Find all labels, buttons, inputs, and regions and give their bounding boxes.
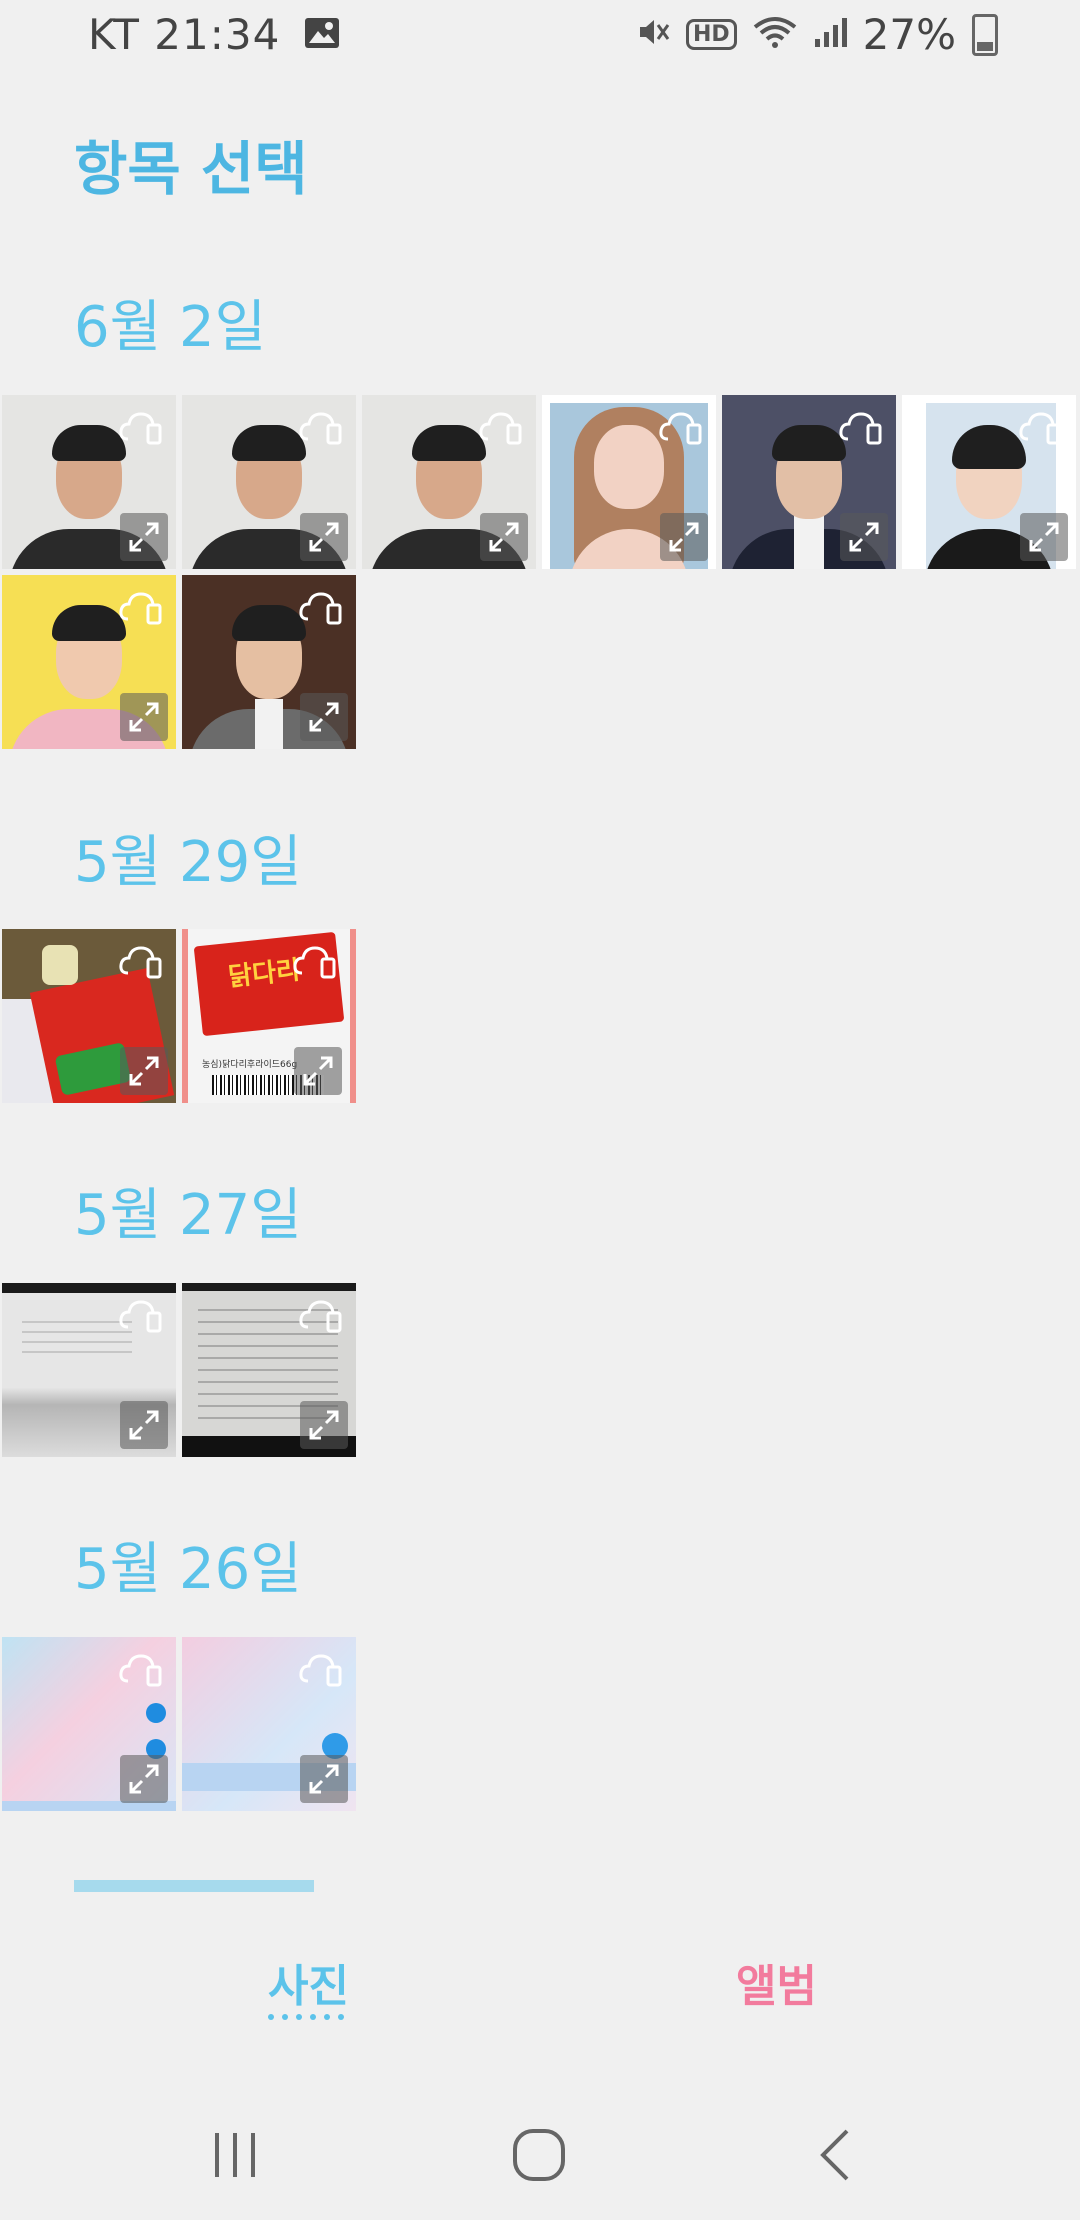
- recent-apps-button[interactable]: [190, 2110, 280, 2200]
- cloud-sync-icon: [118, 1651, 164, 1687]
- photo-thumbnail[interactable]: [362, 395, 536, 569]
- expand-icon[interactable]: [300, 1755, 348, 1803]
- photo-thumbnail[interactable]: [722, 395, 896, 569]
- home-icon: [513, 2129, 565, 2181]
- expand-icon[interactable]: [120, 693, 168, 741]
- expand-icon[interactable]: [300, 513, 348, 561]
- cloud-sync-icon: [1018, 409, 1064, 445]
- photo-thumbnail[interactable]: [2, 395, 176, 569]
- photo-thumbnail[interactable]: [2, 1637, 176, 1811]
- recent-apps-icon: [215, 2133, 255, 2177]
- expand-icon[interactable]: [660, 513, 708, 561]
- cloud-sync-icon: [298, 1651, 344, 1687]
- photo-thumbnail[interactable]: [182, 575, 356, 749]
- cloud-sync-icon: [298, 409, 344, 445]
- expand-icon[interactable]: [294, 1047, 342, 1095]
- snack-box-title: 닭다리: [226, 955, 302, 993]
- mute-icon: [636, 10, 670, 59]
- hd-voice-icon: HD: [685, 19, 737, 50]
- photo-thumbnail[interactable]: [182, 1637, 356, 1811]
- tab-photos[interactable]: 사진: [268, 1950, 349, 2014]
- cloud-sync-icon: [478, 409, 524, 445]
- tab-active-indicator: [268, 2014, 344, 2020]
- carrier-time: KT 21:34: [88, 10, 281, 59]
- date-header: 5월 27일: [74, 1183, 302, 1248]
- cloud-sync-icon: [118, 1297, 164, 1333]
- expand-icon[interactable]: [120, 1401, 168, 1449]
- home-button[interactable]: [494, 2110, 584, 2200]
- date-header: 6월 2일: [74, 295, 267, 360]
- cloud-sync-icon: [658, 409, 704, 445]
- back-icon: [820, 2129, 849, 2181]
- battery-icon: [972, 13, 998, 56]
- gallery-notification-icon: [304, 10, 340, 59]
- photo-thumbnail[interactable]: [542, 395, 716, 569]
- photo-thumbnail[interactable]: 닭다리 농심)닭다리후라이드66g: [182, 929, 356, 1103]
- photo-thumbnail[interactable]: [182, 1283, 356, 1457]
- status-bar: KT 21:34 HD 27%: [0, 0, 1080, 72]
- cloud-sync-icon: [118, 589, 164, 625]
- photo-thumbnail[interactable]: [2, 575, 176, 749]
- system-nav-bar: [0, 2090, 1080, 2220]
- photo-thumbnail[interactable]: [2, 1283, 176, 1457]
- photo-thumbnail[interactable]: [902, 395, 1076, 569]
- cloud-sync-icon: [298, 589, 344, 625]
- cloud-sync-icon: [292, 943, 338, 979]
- bottom-tab-bar: 사진 앨범: [0, 1950, 1080, 2040]
- expand-icon[interactable]: [480, 513, 528, 561]
- expand-icon[interactable]: [300, 1401, 348, 1449]
- expand-icon[interactable]: [840, 513, 888, 561]
- photo-thumbnail[interactable]: [182, 395, 356, 569]
- date-header: 5월 26일: [74, 1537, 302, 1602]
- expand-icon[interactable]: [1020, 513, 1068, 561]
- cloud-sync-icon: [838, 409, 884, 445]
- tab-albums[interactable]: 앨범: [736, 1950, 817, 2014]
- cloud-sync-icon: [118, 943, 164, 979]
- page-title: 항목 선택: [74, 135, 308, 203]
- photo-thumbnail[interactable]: [2, 929, 176, 1103]
- snack-caption: 농심)닭다리후라이드66g: [202, 1060, 298, 1070]
- expand-icon[interactable]: [120, 513, 168, 561]
- back-button[interactable]: [792, 2110, 882, 2200]
- signal-icon: [813, 10, 847, 59]
- next-date-header-clipped: [74, 1880, 314, 1898]
- date-header: 5월 29일: [74, 830, 302, 895]
- cloud-sync-icon: [298, 1297, 344, 1333]
- battery-percent: 27%: [862, 10, 956, 59]
- expand-icon[interactable]: [120, 1755, 168, 1803]
- expand-icon[interactable]: [300, 693, 348, 741]
- expand-icon[interactable]: [120, 1047, 168, 1095]
- cloud-sync-icon: [118, 409, 164, 445]
- wifi-icon: [753, 10, 797, 59]
